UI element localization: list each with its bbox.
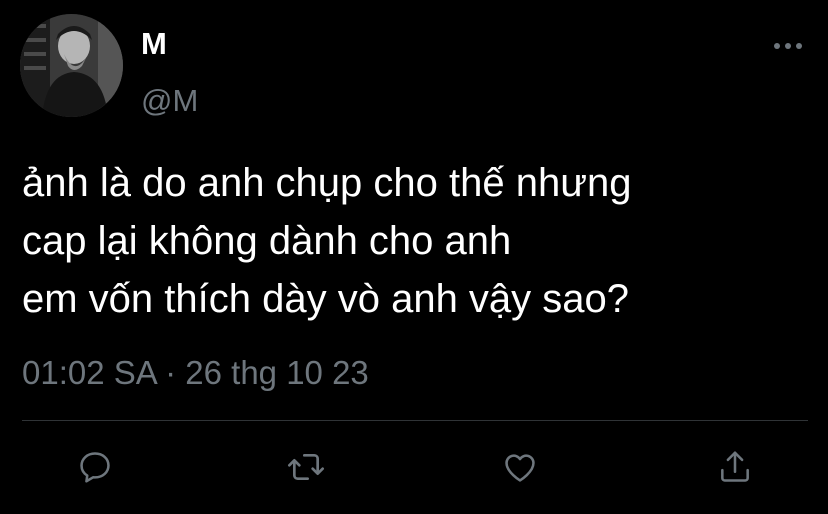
share-icon [721, 451, 749, 482]
display-name[interactable]: M [141, 26, 167, 62]
reply-button[interactable] [73, 445, 117, 489]
tweet-text-line: ảnh là do anh chụp cho thế nhưng [22, 161, 632, 205]
share-button[interactable] [713, 445, 757, 489]
tweet-card: M @M ảnh là do anh chụp cho thế nhưng ca… [0, 0, 828, 514]
like-button[interactable] [498, 445, 542, 489]
divider [22, 420, 808, 421]
more-options-button[interactable] [770, 34, 806, 58]
retweet-button[interactable] [284, 445, 328, 489]
more-horizontal-icon [774, 43, 802, 49]
action-bar [0, 445, 828, 489]
avatar[interactable] [20, 14, 123, 117]
user-handle[interactable]: @M [141, 83, 198, 119]
tweet-text-line: em vốn thích dày vò anh vậy sao? [22, 277, 630, 321]
avatar-photo [20, 14, 123, 117]
retweet-icon [288, 454, 324, 480]
reply-icon [80, 452, 110, 483]
tweet-timestamp[interactable]: 01:02 SA · 26 thg 10 23 [22, 353, 369, 393]
tweet-text-line: cap lại không dành cho anh [22, 219, 512, 263]
heart-icon [505, 454, 535, 482]
tweet-text: ảnh là do anh chụp cho thế nhưng cap lại… [22, 154, 812, 328]
